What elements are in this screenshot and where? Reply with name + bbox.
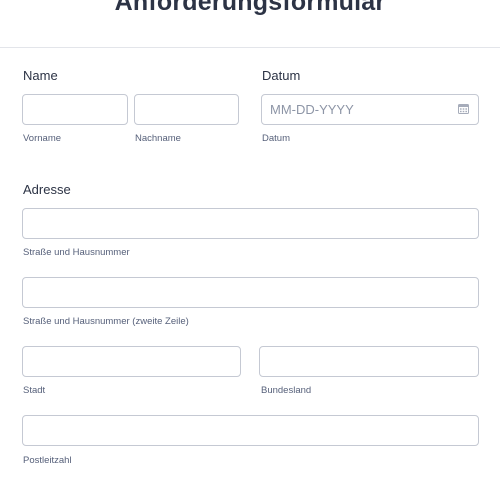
zip-input[interactable] <box>22 415 479 446</box>
street-line2-sublabel: Straße und Hausnummer (zweite Zeile) <box>23 316 189 327</box>
form-title: Anforderungsformular <box>114 0 386 16</box>
state-input[interactable] <box>259 346 479 377</box>
street-line1-input[interactable] <box>22 208 479 239</box>
zip-sublabel: Postleitzahl <box>23 455 72 466</box>
last-name-sublabel: Nachname <box>135 133 181 144</box>
date-label: Datum <box>262 68 301 83</box>
date-sublabel: Datum <box>262 133 290 144</box>
first-name-input[interactable] <box>22 94 128 125</box>
last-name-input[interactable] <box>134 94 239 125</box>
city-input[interactable] <box>22 346 241 377</box>
street-line2-input[interactable] <box>22 277 479 308</box>
city-sublabel: Stadt <box>23 385 46 396</box>
address-label: Adresse <box>23 182 71 197</box>
street-line1-sublabel: Straße und Hausnummer <box>23 247 130 258</box>
state-sublabel: Bundesland <box>261 385 312 396</box>
date-input[interactable] <box>261 94 479 125</box>
name-label: Name <box>23 68 58 83</box>
first-name-sublabel: Vorname <box>23 133 62 144</box>
header-divider <box>0 47 500 48</box>
calendar-icon[interactable] <box>458 103 469 114</box>
